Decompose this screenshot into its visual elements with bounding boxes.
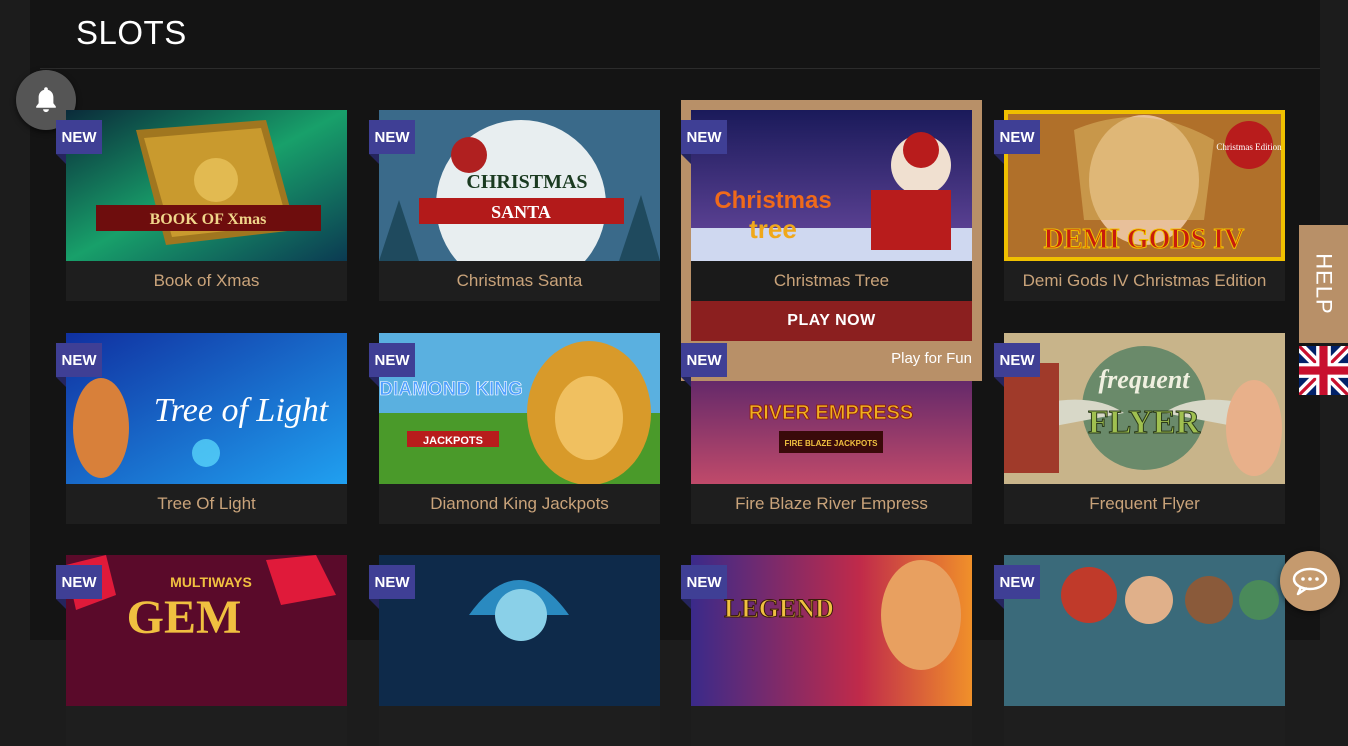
game-name[interactable] bbox=[379, 706, 660, 746]
game-name[interactable]: Christmas Santa bbox=[379, 261, 660, 301]
thumbnail-subtitle-text: Christmas Edition bbox=[1216, 142, 1282, 152]
game-card-pirates[interactable]: NEW bbox=[994, 555, 1285, 746]
thumbnail-title-text: SANTA bbox=[491, 202, 551, 222]
game-card-tree-of-light[interactable]: NEW Tree of Light Tree Of Light bbox=[56, 333, 347, 524]
game-thumbnail[interactable] bbox=[1004, 555, 1285, 706]
help-label: HELP bbox=[1311, 253, 1337, 315]
game-thumbnail[interactable]: LEGEND bbox=[691, 555, 972, 706]
game-name[interactable] bbox=[66, 706, 347, 746]
games-panel bbox=[30, 0, 1320, 640]
game-thumbnail[interactable]: MULTIWAYS GEM bbox=[66, 555, 347, 706]
uk-flag-icon bbox=[1295, 342, 1348, 399]
thumbnail-title-text: GEM bbox=[127, 591, 242, 644]
thumbnail-subtitle-text: frequent bbox=[1099, 365, 1191, 394]
new-badge: NEW bbox=[994, 565, 1040, 609]
new-badge: NEW bbox=[681, 120, 727, 164]
thumbnail-title-text: LEGEND bbox=[724, 594, 834, 623]
game-name[interactable]: Christmas Tree bbox=[691, 261, 972, 301]
language-selector[interactable] bbox=[1295, 342, 1348, 399]
game-card-diamond-king-jackpots[interactable]: NEW DIAMOND KING JACKPOTS Diamond King J… bbox=[369, 333, 660, 524]
thumbnail-subtitle-text: Christmas bbox=[714, 187, 831, 214]
thumbnail-title-text: BOOK OF Xmas bbox=[150, 211, 267, 228]
new-badge: NEW bbox=[681, 565, 727, 609]
game-card-frequent-flyer[interactable]: NEW frequent FLYER Frequent Flyer bbox=[994, 333, 1285, 524]
game-thumbnail[interactable]: BOOK OF Xmas bbox=[66, 110, 347, 261]
game-card-demi-gods-iv[interactable]: NEW Christmas Edition DEMI GODS IV Demi … bbox=[994, 110, 1285, 301]
play-now-button[interactable]: PLAY NOW bbox=[691, 301, 972, 341]
game-card-christmas-tree[interactable]: NEW Christmas tree Christmas Tree bbox=[681, 110, 972, 301]
help-tab[interactable]: HELP bbox=[1299, 225, 1348, 343]
thumbnail-title-text: DEMI GODS IV bbox=[1044, 224, 1245, 255]
game-thumbnail[interactable]: Christmas Edition DEMI GODS IV bbox=[1004, 110, 1285, 261]
thumbnail-subtitle-text: FIRE BLAZE JACKPOTS bbox=[785, 439, 879, 448]
new-badge: NEW bbox=[681, 343, 727, 387]
chat-button[interactable] bbox=[1280, 551, 1340, 611]
thumbnail-title-text: FLYER bbox=[1088, 404, 1201, 441]
new-badge: NEW bbox=[56, 343, 102, 387]
game-name[interactable]: Tree Of Light bbox=[66, 484, 347, 524]
new-badge: NEW bbox=[56, 565, 102, 609]
game-card-book-of-xmas[interactable]: NEW BOOK OF Xmas Book of Xmas bbox=[56, 110, 347, 301]
thumbnail-title-text: tree bbox=[749, 214, 797, 244]
thumbnail-subtitle-text: DIAMOND KING bbox=[379, 379, 523, 400]
play-for-fun-link[interactable]: Play for Fun bbox=[860, 350, 972, 367]
game-name[interactable]: Demi Gods IV Christmas Edition bbox=[1004, 261, 1285, 301]
page-title: SLOTS bbox=[76, 14, 187, 51]
new-badge: NEW bbox=[56, 120, 102, 164]
chat-bubble-icon bbox=[1292, 567, 1328, 596]
bell-icon bbox=[36, 87, 56, 113]
thumbnail-subtitle-text: MULTIWAYS bbox=[170, 574, 252, 590]
game-name[interactable]: Frequent Flyer bbox=[1004, 484, 1285, 524]
game-card-christmas-santa[interactable]: NEW CHRISTMAS SANTA Christmas Santa bbox=[369, 110, 660, 301]
new-badge: NEW bbox=[994, 343, 1040, 387]
game-card-jester[interactable]: NEW bbox=[369, 555, 660, 746]
new-badge: NEW bbox=[369, 343, 415, 387]
game-name[interactable]: Book of Xmas bbox=[66, 261, 347, 301]
title-divider bbox=[40, 68, 1320, 69]
thumbnail-title-text: JACKPOTS bbox=[423, 435, 483, 447]
game-thumbnail[interactable] bbox=[379, 555, 660, 706]
game-thumbnail[interactable]: frequent FLYER bbox=[1004, 333, 1285, 484]
game-card-legend[interactable]: NEW LEGEND bbox=[681, 555, 972, 746]
thumbnail-subtitle-text: CHRISTMAS bbox=[466, 171, 587, 193]
game-name[interactable]: Diamond King Jackpots bbox=[379, 484, 660, 524]
new-badge: NEW bbox=[369, 565, 415, 609]
thumbnail-title-text: RIVER EMPRESS bbox=[749, 402, 913, 424]
game-thumbnail[interactable]: Tree of Light bbox=[66, 333, 347, 484]
thumbnail-title-text: Tree of Light bbox=[154, 392, 330, 429]
game-thumbnail[interactable]: DIAMOND KING JACKPOTS bbox=[379, 333, 660, 484]
game-name[interactable]: Fire Blaze River Empress bbox=[691, 484, 972, 524]
game-thumbnail[interactable]: CHRISTMAS SANTA bbox=[379, 110, 660, 261]
new-badge: NEW bbox=[369, 120, 415, 164]
game-name[interactable] bbox=[1004, 706, 1285, 746]
game-thumbnail[interactable]: Christmas tree bbox=[691, 110, 972, 261]
game-card-multiways-gem[interactable]: NEW MULTIWAYS GEM bbox=[56, 555, 347, 746]
new-badge: NEW bbox=[994, 120, 1040, 164]
game-name[interactable] bbox=[691, 706, 972, 746]
